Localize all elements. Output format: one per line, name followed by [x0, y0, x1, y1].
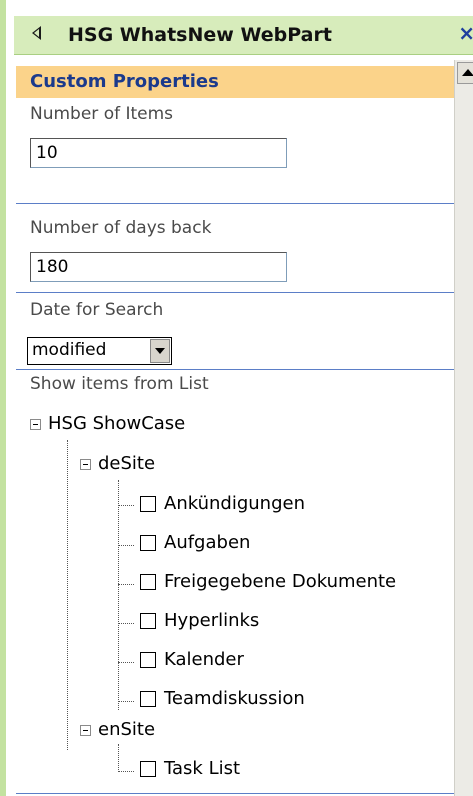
list-checkbox[interactable] [140, 535, 156, 551]
tree-connector-line [118, 701, 134, 702]
chevron-down-icon[interactable] [150, 339, 170, 363]
number-of-items-input[interactable] [30, 138, 287, 168]
tree-list-item: Task List [140, 757, 454, 783]
scroll-up-arrow-icon[interactable] [457, 62, 473, 84]
tool-pane-title: HSG WhatsNew WebPart [68, 24, 332, 46]
close-icon[interactable]: × [458, 21, 473, 45]
divider [16, 203, 454, 204]
tree-node-desite: deSite [80, 452, 280, 478]
vertical-scrollbar[interactable] [454, 60, 473, 796]
select-value: modified [32, 340, 107, 360]
section-header-custom-properties[interactable]: Custom Properties [16, 66, 454, 98]
tree-connector-line [67, 440, 68, 750]
minus-box-icon[interactable] [80, 459, 91, 470]
tree-connector-line [118, 771, 134, 772]
tree-connector-line [118, 662, 134, 663]
list-checkbox[interactable] [140, 574, 156, 590]
tree-list-item: Freigegebene Dokumente [140, 570, 454, 596]
tree-connector-line [118, 480, 119, 710]
list-checkbox[interactable] [140, 761, 156, 777]
list-checkbox[interactable] [140, 691, 156, 707]
days-back-input[interactable] [30, 252, 287, 282]
list-checkbox[interactable] [140, 496, 156, 512]
tree-list-item: Ankündigungen [140, 492, 454, 518]
list-label: Show items from List [30, 374, 209, 394]
tree-node-ensite: enSite [80, 718, 280, 744]
tree-connector-line [118, 623, 134, 624]
tree-list-item: Aufgaben [140, 531, 454, 557]
divider [16, 369, 454, 370]
webpart-tool-pane: HSG WhatsNew WebPart × Custom Properties… [0, 0, 473, 796]
tree-list-item: Teamdiskussion [140, 687, 454, 713]
tool-pane-titlebar: HSG WhatsNew WebPart × [14, 16, 473, 55]
divider [16, 793, 454, 794]
tree-list-item: Hyperlinks [140, 609, 454, 635]
list-checkbox[interactable] [140, 613, 156, 629]
tool-pane-content: Custom Properties Number of Items Number… [16, 60, 454, 796]
tree-connector-line [118, 505, 134, 506]
tree-connector-line [118, 545, 134, 546]
tree-node-root: HSG ShowCase [30, 412, 330, 438]
tree-connector-line [118, 744, 119, 770]
days-label: Number of days back [30, 218, 212, 238]
minus-box-icon[interactable] [80, 725, 91, 736]
items-label: Number of Items [30, 104, 174, 124]
list-checkbox[interactable] [140, 652, 156, 668]
date-label: Date for Search [30, 300, 164, 320]
minus-box-icon[interactable] [30, 419, 41, 430]
tree-connector-line [118, 584, 134, 585]
tree-list-item: Kalender [140, 648, 454, 674]
date-for-search-select[interactable]: modified [27, 337, 172, 365]
divider [16, 292, 454, 293]
back-arrow-icon[interactable] [32, 26, 41, 40]
